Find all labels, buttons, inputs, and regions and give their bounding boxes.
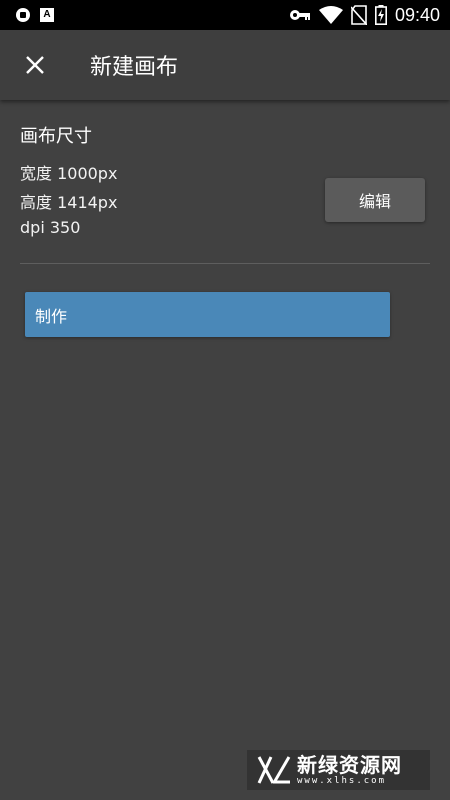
canvas-height-text: 高度 1414px	[20, 193, 118, 212]
watermark-text: 新绿资源网	[297, 752, 402, 777]
make-button[interactable]: 制作	[25, 292, 390, 337]
shield-icon	[16, 8, 30, 22]
watermark-subtext: www.xlhs.com	[297, 775, 387, 786]
canvas-size-heading: 画布尺寸	[20, 126, 92, 147]
xlhs-logo-icon	[257, 756, 291, 784]
key-icon	[289, 10, 310, 20]
canvas-dpi-text: dpi 350	[20, 218, 81, 237]
a-badge-icon: A	[40, 8, 54, 22]
status-bar: A 09:40	[0, 0, 450, 30]
page-title: 新建画布	[90, 55, 179, 80]
status-time: 09:40	[394, 4, 440, 25]
wifi-icon	[318, 6, 343, 24]
edit-button[interactable]: 编辑	[325, 178, 425, 222]
no-sim-icon	[350, 5, 367, 25]
close-button[interactable]	[15, 45, 55, 85]
canvas-width-text: 宽度 1000px	[20, 164, 118, 183]
close-icon	[26, 56, 44, 74]
app-bar: 新建画布	[0, 30, 450, 100]
watermark: 新绿资源网 www.xlhs.com	[247, 750, 430, 790]
battery-charging-icon	[374, 5, 387, 25]
divider	[20, 263, 430, 264]
